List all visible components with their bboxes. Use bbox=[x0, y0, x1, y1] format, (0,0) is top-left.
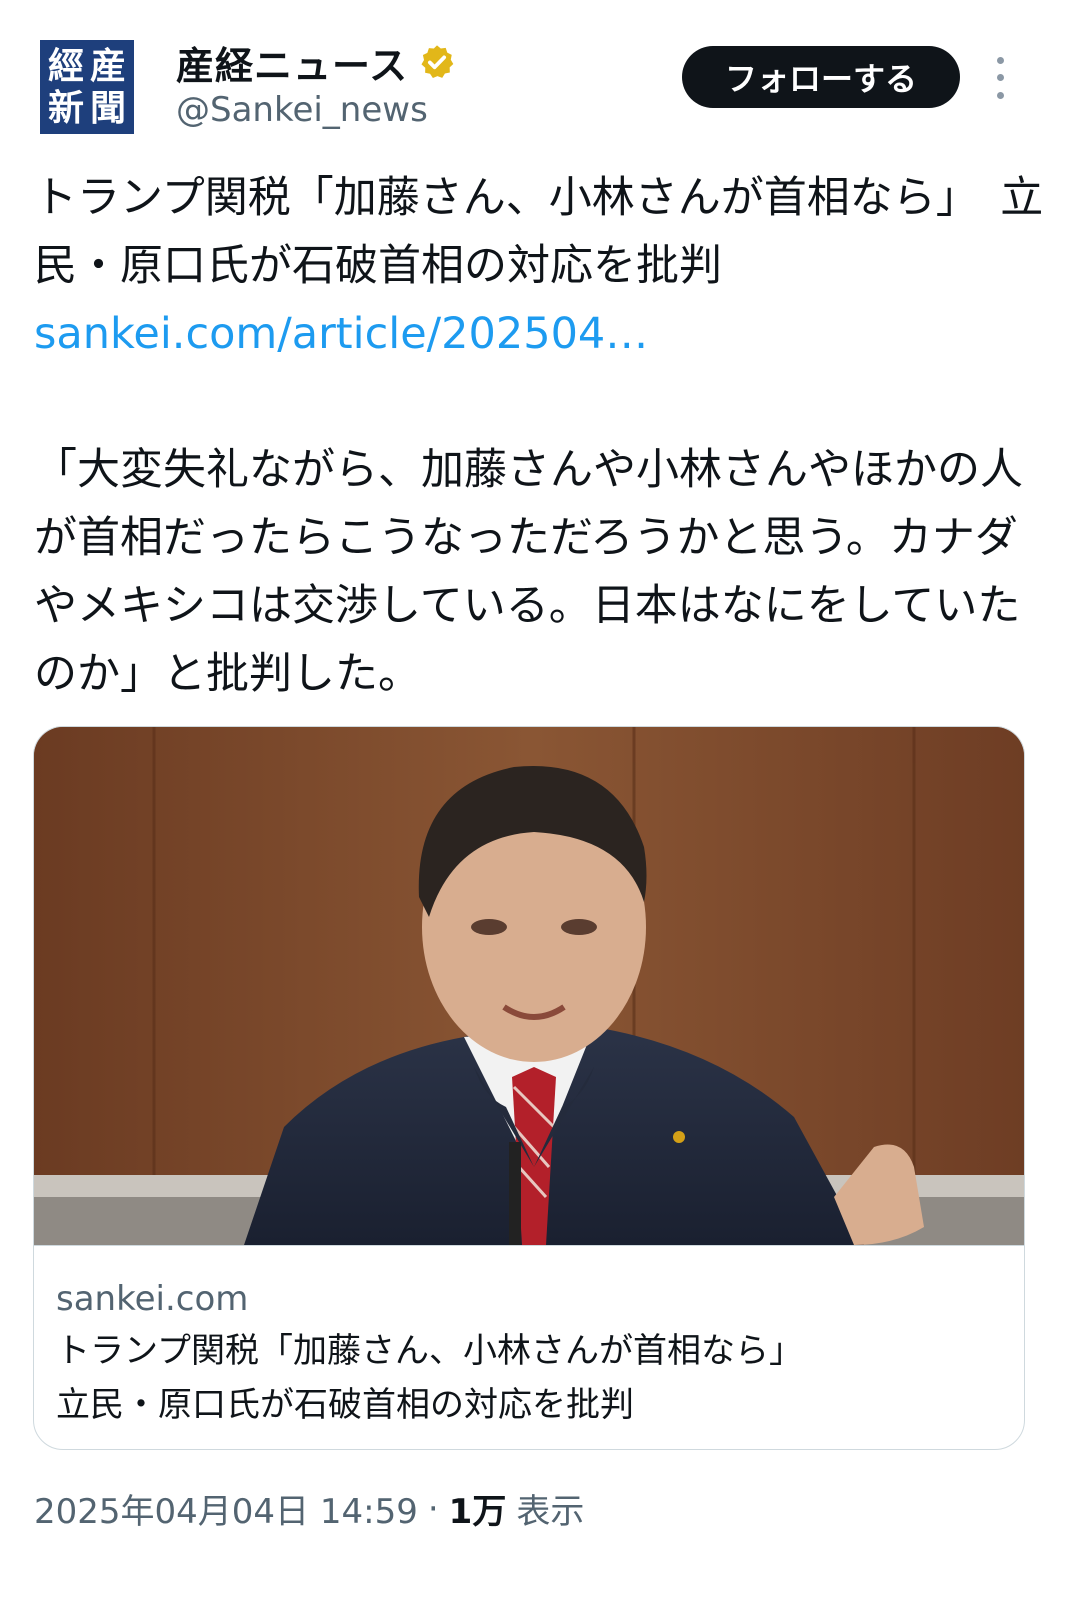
name-row: 産経ニュース bbox=[176, 38, 456, 88]
avatar-char-4: 聞 bbox=[89, 87, 126, 129]
follow-button[interactable]: フォローする bbox=[682, 46, 960, 108]
views-label: 表示 bbox=[516, 1492, 585, 1532]
display-name[interactable]: 産経ニュース bbox=[176, 35, 408, 90]
tweet-meta: 2025年04月04日 14:59 · 1万 表示 bbox=[34, 1484, 584, 1533]
handle[interactable]: @Sankei_news bbox=[176, 90, 428, 130]
card-image[interactable] bbox=[34, 727, 1024, 1245]
card-title: トランプ関税「加藤さん、小林さんが首相なら」 立民・原口氏が石破首相の対応を批判 bbox=[56, 1331, 803, 1425]
link-card[interactable]: sankei.com トランプ関税「加藤さん、小林さんが首相なら」 立民・原口氏… bbox=[33, 726, 1025, 1450]
card-photo bbox=[34, 727, 1024, 1245]
more-options-icon[interactable] bbox=[988, 52, 1012, 104]
card-domain: sankei.com bbox=[56, 1279, 249, 1319]
avatar-char-2: 産 bbox=[89, 45, 126, 87]
tweet-text: トランプ関税「加藤さん、小林さんが首相なら」 立民・原口氏が石破首相の対応を批判… bbox=[34, 164, 1044, 708]
views-count: 1万 bbox=[448, 1492, 507, 1532]
tweet-headline: トランプ関税「加藤さん、小林さんが首相なら」 立民・原口氏が石破首相の対応を批判 bbox=[34, 173, 1044, 291]
verified-badge-icon bbox=[421, 45, 454, 78]
timestamp[interactable]: 2025年04月04日 14:59 bbox=[34, 1484, 418, 1533]
separator: · bbox=[427, 1488, 439, 1529]
tweet-header: 經 産 新 聞 産経ニュース @Sankei_news フォローする bbox=[0, 0, 1080, 150]
card-meta: sankei.com トランプ関税「加藤さん、小林さんが首相なら」 立民・原口氏… bbox=[34, 1245, 1024, 1449]
avatar[interactable]: 經 産 新 聞 bbox=[40, 40, 134, 134]
article-link[interactable]: sankei.com/article/202504… bbox=[34, 300, 1044, 368]
tweet-quote: 「大変失礼ながら、加藤さんや小林さんやほかの人が首相だったらこうなっただろうかと… bbox=[34, 445, 1023, 699]
avatar-char-3: 新 bbox=[47, 87, 84, 129]
avatar-char-1: 經 bbox=[47, 45, 84, 87]
